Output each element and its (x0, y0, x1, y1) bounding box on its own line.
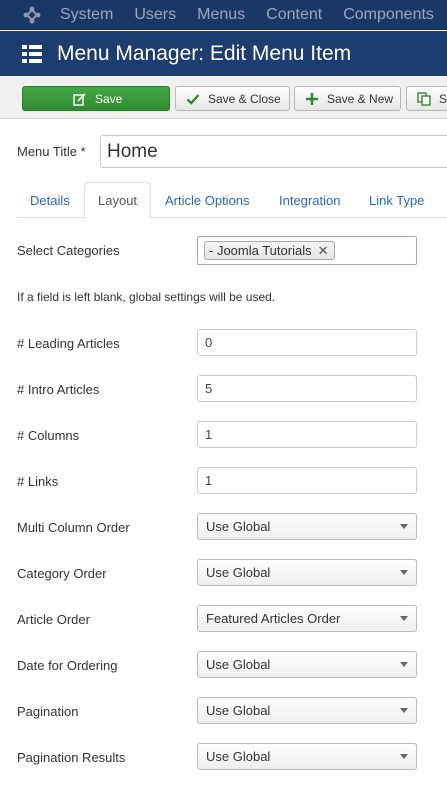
chevron-down-icon (400, 754, 408, 759)
intro-articles-input[interactable] (197, 375, 417, 402)
category-chip: - Joomla Tutorials ✕ (204, 241, 335, 260)
date-for-ordering-value: Use Global (206, 657, 271, 672)
columns-label: # Columns (17, 428, 80, 443)
help-note: If a field is left blank, global setting… (17, 290, 276, 304)
menu-users[interactable]: Users (134, 6, 176, 24)
links-label: # Links (17, 474, 59, 489)
toolbar: Save Save & Close Save & New Sa (0, 76, 447, 119)
pagination-results-value: Use Global (206, 749, 271, 764)
menu-title-label: Menu Title * (17, 144, 86, 159)
category-multiselect[interactable]: - Joomla Tutorials ✕ (197, 236, 417, 265)
tab-article-options[interactable]: Article Options (152, 182, 263, 218)
tab-details[interactable]: Details (17, 182, 83, 218)
menu-menus[interactable]: Menus (197, 6, 245, 24)
article-order-value: Featured Articles Order (206, 611, 341, 626)
pagination-select[interactable]: Use Global (197, 697, 417, 724)
article-order-select[interactable]: Featured Articles Order (197, 605, 417, 632)
links-input[interactable] (197, 467, 417, 494)
remove-category-icon[interactable]: ✕ (318, 243, 329, 259)
date-for-ordering-label: Date for Ordering (17, 658, 118, 673)
category-order-select[interactable]: Use Global (197, 559, 417, 586)
pagination-value: Use Global (206, 703, 271, 718)
multi-column-order-select[interactable]: Use Global (197, 513, 417, 540)
save-new-button[interactable]: Save & New (294, 86, 401, 111)
tab-bar: Details Layout Article Options Integrati… (17, 182, 447, 219)
chevron-down-icon (400, 570, 408, 575)
tab-layout[interactable]: Layout (84, 182, 152, 219)
pagination-results-select[interactable]: Use Global (197, 743, 417, 770)
multi-column-order-value: Use Global (206, 519, 271, 534)
list-menu-icon (22, 44, 42, 64)
plus-icon (305, 92, 319, 106)
menu-components[interactable]: Components (343, 6, 434, 24)
copy-icon (417, 91, 431, 106)
date-for-ordering-select[interactable]: Use Global (197, 651, 417, 678)
category-order-label: Category Order (17, 566, 107, 581)
pagination-label: Pagination (17, 704, 79, 719)
pagination-results-label: Pagination Results (17, 750, 126, 765)
check-icon (186, 92, 200, 106)
title-bar: Menu Manager: Edit Menu Item (0, 31, 447, 76)
chevron-down-icon (400, 616, 408, 621)
edit-icon (73, 92, 87, 106)
category-order-value: Use Global (206, 565, 271, 580)
tab-link-type[interactable]: Link Type (356, 182, 437, 218)
multi-column-order-label: Multi Column Order (17, 520, 130, 535)
page-title: Menu Manager: Edit Menu Item (57, 41, 352, 65)
save-close-label: Save & Close (208, 91, 281, 106)
chevron-down-icon (400, 524, 408, 529)
save-new-label: Save & New (327, 91, 394, 106)
menu-title-input[interactable] (100, 135, 447, 168)
menu-content[interactable]: Content (266, 6, 322, 24)
tab-integration[interactable]: Integration (266, 182, 353, 218)
joomla-logo-icon[interactable] (22, 5, 42, 25)
admin-menu-bar: System Users Menus Content Components E (0, 0, 447, 30)
columns-input[interactable] (197, 421, 417, 448)
save-close-button[interactable]: Save & Close (175, 86, 290, 111)
save-as-copy-button[interactable]: Sa (406, 86, 447, 111)
save-button[interactable]: Save (22, 86, 170, 111)
leading-articles-input[interactable] (197, 329, 417, 356)
article-order-label: Article Order (17, 612, 90, 627)
leading-articles-label: # Leading Articles (17, 336, 120, 351)
save-label: Save (95, 91, 123, 106)
chevron-down-icon (400, 662, 408, 667)
category-chip-label: - Joomla Tutorials (209, 243, 312, 258)
top-menu: System Users Menus Content Components E (60, 6, 447, 24)
chevron-down-icon (400, 708, 408, 713)
save-as-copy-label: Sa (439, 91, 447, 106)
select-categories-label: Select Categories (17, 243, 120, 258)
intro-articles-label: # Intro Articles (17, 382, 100, 397)
menu-system[interactable]: System (60, 6, 113, 24)
